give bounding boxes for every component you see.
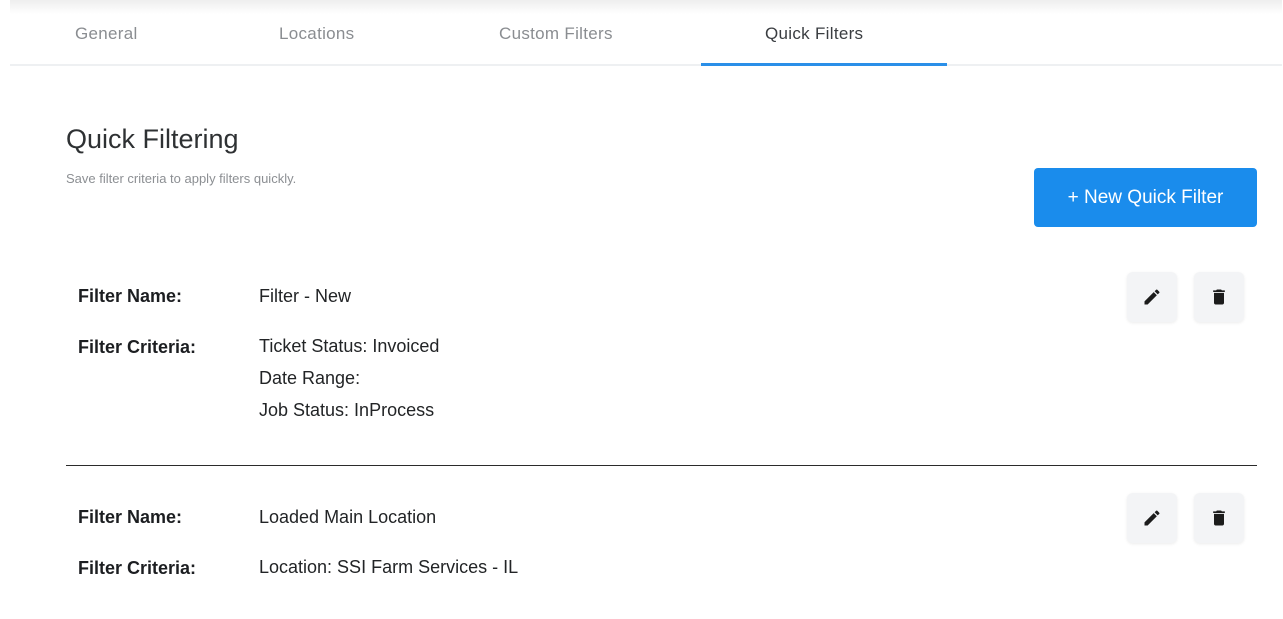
quick-filter-item: Filter Name: Loaded Main Location Filter… xyxy=(66,493,1257,603)
edit-pencil-icon xyxy=(1144,289,1160,305)
filter-criteria-item: Location: SSI Farm Services - IL xyxy=(259,557,519,577)
quick-filter-item: Filter Name: Filter - New Filter Criteri… xyxy=(66,272,1257,442)
filter-name-value: Filter - New xyxy=(259,286,352,306)
edit-filter-button[interactable] xyxy=(1127,272,1177,322)
filter-name-label: Filter Name: xyxy=(78,507,183,527)
delete-filter-button[interactable] xyxy=(1194,493,1244,543)
filter-criteria-list: Ticket Status: Invoiced Date Range: Job … xyxy=(259,330,439,426)
edit-pencil-icon xyxy=(1144,510,1160,526)
filter-name-label: Filter Name: xyxy=(78,286,183,306)
tab-general[interactable]: General xyxy=(75,24,138,44)
tab-bar: General Locations Custom Filters Quick F… xyxy=(10,0,1282,66)
filter-criteria-item: Ticket Status: Invoiced xyxy=(259,336,440,356)
trash-icon xyxy=(1213,510,1225,526)
filter-criteria-item: Date Range: xyxy=(259,368,361,388)
page-subtitle: Save filter criteria to apply filters qu… xyxy=(66,171,297,186)
edit-filter-button[interactable] xyxy=(1127,493,1177,543)
tab-quick-filters[interactable]: Quick Filters xyxy=(765,24,863,44)
tab-locations[interactable]: Locations xyxy=(279,24,354,44)
active-tab-indicator xyxy=(701,63,947,66)
new-quick-filter-button[interactable]: + New Quick Filter xyxy=(1034,168,1257,227)
trash-icon xyxy=(1213,289,1225,305)
page-title: Quick Filtering xyxy=(66,124,239,154)
filter-criteria-label: Filter Criteria: xyxy=(78,337,197,357)
delete-filter-button[interactable] xyxy=(1194,272,1244,322)
filter-criteria-list: Location: SSI Farm Services - IL xyxy=(259,551,518,583)
filter-criteria-label: Filter Criteria: xyxy=(78,558,197,578)
filter-name-value: Loaded Main Location xyxy=(259,507,437,527)
filter-divider xyxy=(66,465,1257,466)
filter-criteria-item: Job Status: InProcess xyxy=(259,400,435,420)
tab-custom-filters[interactable]: Custom Filters xyxy=(499,24,613,44)
